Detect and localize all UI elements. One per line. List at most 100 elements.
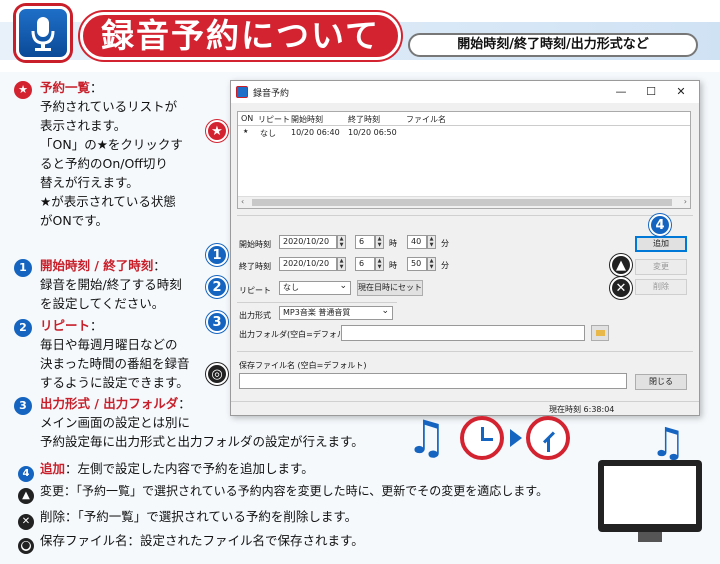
save-name-label: 保存ファイル名 (空白=デフォルト) — [239, 361, 367, 370]
desc-line: 予約設定毎に出力形式と出力フォルダの設定が行えます。 — [40, 434, 364, 449]
end-hour-spinner[interactable]: ▲ ▼ — [375, 257, 384, 271]
status-bar: 現在時刻 6:38:04 — [231, 401, 699, 415]
scroll-left-icon[interactable]: ‹ — [241, 197, 244, 206]
folder-label: 出力フォルダ(空白=デフォルト) — [239, 330, 356, 339]
add-button[interactable]: 追加 — [635, 236, 687, 252]
format-label: 出力形式 — [239, 311, 271, 320]
time-desc: 開始時刻 / 終了時刻： 録音を開始/終了する時刻 を設定してください。 — [40, 256, 220, 313]
app-small-icon — [236, 86, 248, 98]
row-start: 10/20 06:40 — [291, 128, 340, 137]
desc-line: を設定してください。 — [40, 296, 165, 311]
start-hour-field[interactable]: 6 — [355, 235, 375, 249]
window-title: 録音予約 — [253, 89, 290, 99]
save-desc: ● 保存ファイル名：設定されたファイル名で保存されます。 — [18, 530, 364, 554]
add-desc: 4 追加：左側で設定した内容で予約を追加します。 — [18, 458, 314, 482]
delete-text: ：「予約一覧」で選択されている予約を削除します。 — [65, 509, 358, 524]
repeat-select[interactable]: なし — [279, 280, 351, 295]
desc-line: ★が表示されている状態 — [40, 194, 176, 209]
change-desc: ▲ 変更：「予約一覧」で選択されている予約内容を変更した時に、更新でその変更を適応… — [18, 482, 548, 504]
reserve-list[interactable]: ON リピート 開始時刻 終了時刻 ファイル名 ★ なし 10/20 06:40… — [237, 111, 691, 209]
badge-1: 1 — [14, 259, 32, 277]
add-text: ：左側で設定した内容で予約を追加します。 — [65, 461, 314, 476]
folder-input[interactable] — [341, 325, 585, 341]
start-min-spinner[interactable]: ▲ ▼ — [427, 235, 436, 249]
horizontal-scrollbar[interactable]: ‹ › — [238, 196, 690, 208]
divider — [237, 302, 397, 303]
save-name-input[interactable] — [239, 373, 627, 389]
callout-change: ▲ — [610, 254, 632, 276]
desc-line: 決まった時間の番組を録音 — [40, 356, 190, 371]
repeat-label: リピート — [239, 286, 271, 295]
close-button[interactable]: 閉じる — [635, 374, 687, 390]
col-file[interactable]: ファイル名 — [406, 114, 446, 125]
callout-star: ★ — [206, 120, 228, 142]
add-badge: 4 — [18, 466, 34, 482]
close-window-button[interactable]: ✕ — [667, 84, 695, 100]
folder-browse-icon[interactable] — [591, 325, 609, 341]
time-head: 開始時刻 / 終了時刻 — [40, 258, 154, 273]
desc-line: 毎日や毎週月曜日などの — [40, 337, 178, 352]
desc-line: 表示されます。 — [40, 118, 127, 133]
end-hour-field[interactable]: 6 — [355, 257, 375, 271]
callout-3: 3 — [206, 311, 228, 333]
music-note-icon: ♫ — [406, 410, 448, 464]
format-head: 出力形式 / 出力フォルダ — [40, 396, 179, 411]
end-min-spinner[interactable]: ▲ ▼ — [427, 257, 436, 271]
col-end[interactable]: 終了時刻 — [348, 114, 380, 125]
col-repeat[interactable]: リピート — [258, 114, 290, 125]
delete-head: 削除 — [40, 509, 66, 524]
callout-delete: ✕ — [610, 277, 632, 299]
reserve-window: 録音予約 — ☐ ✕ ON リピート 開始時刻 終了時刻 ファイル名 ★ なし … — [230, 80, 700, 416]
delete-badge: ✕ — [18, 514, 34, 530]
delete-button[interactable]: 削除 — [635, 279, 687, 295]
hour-unit: 時 — [389, 261, 397, 270]
page-subtitle: 開始時刻/終了時刻/出力形式など — [408, 33, 698, 57]
start-date-field[interactable]: 2020/10/20 — [279, 235, 337, 249]
col-on[interactable]: ON — [241, 114, 253, 123]
start-label: 開始時刻 — [239, 240, 271, 249]
min-unit: 分 — [441, 239, 449, 248]
change-button[interactable]: 変更 — [635, 259, 687, 275]
header: 録音予約について 開始時刻/終了時刻/出力形式など — [0, 0, 720, 72]
repeat-desc: リピート： 毎日や毎週月曜日などの 決まった時間の番組を録音 するように設定でき… — [40, 316, 225, 392]
table-row[interactable]: ★ なし 10/20 06:40 10/20 06:50 — [238, 126, 690, 138]
col-start[interactable]: 開始時刻 — [291, 114, 323, 125]
format-select[interactable]: MP3音楽 普通音質 — [279, 305, 393, 320]
monitor-stand — [638, 532, 662, 542]
scroll-right-icon[interactable]: › — [684, 197, 687, 206]
end-date-spinner[interactable]: ▲ ▼ — [337, 257, 346, 271]
change-head: 変更 — [40, 484, 65, 498]
row-end: 10/20 06:50 — [348, 128, 397, 137]
list-header: ON リピート 開始時刻 終了時刻 ファイル名 — [238, 112, 690, 126]
desc-line: 録音を開始/終了する時刻 — [40, 277, 182, 292]
save-text: ：設定されたファイル名で保存されます。 — [127, 533, 364, 548]
desc-line: 予約されているリストが — [40, 99, 178, 114]
page-title: 録音予約について — [80, 12, 402, 60]
desc-line: 替えが行えます。 — [40, 175, 139, 190]
callout-save: ◎ — [206, 363, 228, 385]
clock-icon — [526, 416, 570, 460]
change-badge: ▲ — [18, 488, 34, 504]
monitor-icon — [598, 460, 702, 542]
add-head: 追加 — [40, 461, 66, 476]
badge-2: 2 — [14, 319, 32, 337]
min-unit: 分 — [441, 261, 449, 270]
maximize-button[interactable]: ☐ — [637, 84, 665, 100]
reserve-list-head: 予約一覧 — [40, 80, 91, 95]
start-date-spinner[interactable]: ▲ ▼ — [337, 235, 346, 249]
start-min-field[interactable]: 40 — [407, 235, 427, 249]
save-badge: ● — [18, 538, 34, 554]
arrow-right-icon — [510, 429, 522, 447]
set-now-button[interactable]: 現在日時にセット — [357, 280, 423, 296]
end-min-field[interactable]: 50 — [407, 257, 427, 271]
minimize-button[interactable]: — — [607, 84, 635, 100]
window-titlebar: 録音予約 — ☐ ✕ — [231, 81, 699, 103]
row-on-toggle[interactable]: ★ — [243, 128, 248, 135]
microphone-icon — [16, 6, 70, 60]
scroll-thumb[interactable] — [252, 199, 672, 206]
end-date-field[interactable]: 2020/10/20 — [279, 257, 337, 271]
callout-2: 2 — [206, 276, 228, 298]
callout-4: 4 — [649, 214, 671, 236]
end-label: 終了時刻 — [239, 262, 271, 271]
start-hour-spinner[interactable]: ▲ ▼ — [375, 235, 384, 249]
